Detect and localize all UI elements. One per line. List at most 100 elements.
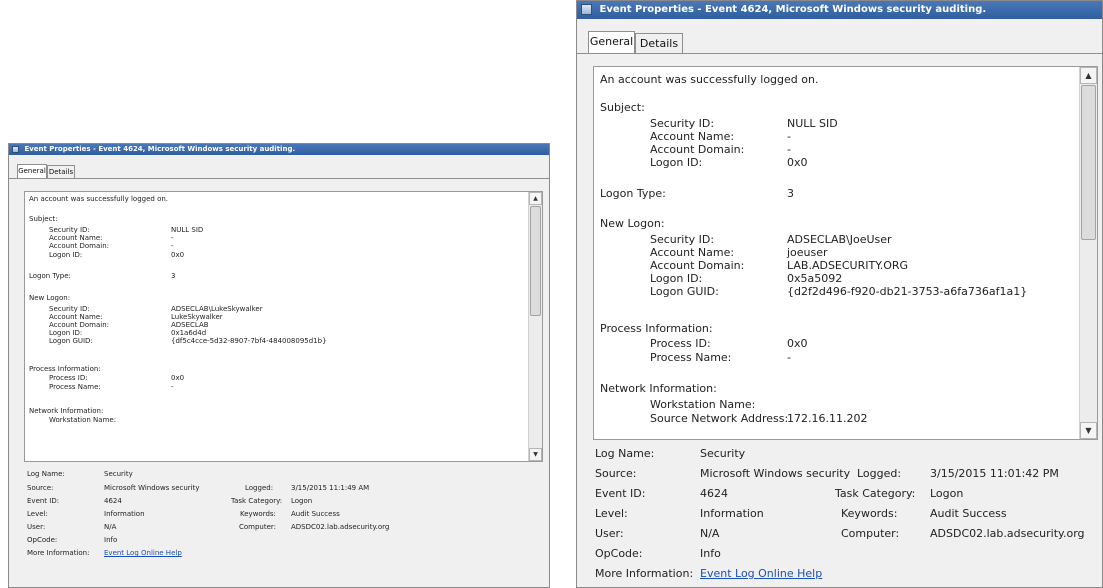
right-tab-divider: [577, 53, 1102, 54]
left-event-id-label: Event ID:: [27, 497, 60, 505]
left-computer-value: ADSDC02.lab.adsecurity.org: [291, 523, 390, 531]
right-subject-label-2: Account Domain:: [650, 143, 745, 156]
left-tab-general[interactable]: General: [17, 164, 47, 178]
right-new-logon-label-3: Logon ID:: [650, 272, 703, 285]
right-event-properties-window: Event Properties - Event 4624, Microsoft…: [576, 0, 1103, 588]
left-source-value: Microsoft Windows security: [104, 484, 200, 492]
left-logon-type-value: 3: [171, 272, 176, 280]
right-tab-strip: General Details: [577, 31, 1102, 53]
left-subject-label-1: Account Name:: [49, 234, 103, 242]
right-logged-value: 3/15/2015 11:01:42 PM: [930, 467, 1059, 480]
left-new-logon-label-0: Security ID:: [49, 305, 90, 313]
right-process-label-0: Process ID:: [650, 337, 711, 350]
left-task-category-label: Task Category:: [231, 497, 283, 505]
left-tab-strip: General Details: [9, 164, 549, 178]
right-tab-details[interactable]: Details: [635, 33, 683, 53]
left-tab-general-label: General: [18, 167, 46, 175]
right-new-logon-value-2: LAB.ADSECURITY.ORG: [787, 259, 909, 272]
right-new-logon-label-0: Security ID:: [650, 233, 715, 246]
right-computer-value: ADSDC02.lab.adsecurity.org: [930, 527, 1085, 540]
right-new-logon-label-2: Account Domain:: [650, 259, 745, 272]
right-description-box[interactable]: An account was successfully logged on. S…: [593, 66, 1098, 440]
left-keywords-label: Keywords:: [240, 510, 276, 518]
left-title-bar: Event Properties - Event 4624, Microsoft…: [9, 144, 549, 155]
right-scroll-thumb[interactable]: [1081, 85, 1096, 240]
left-process-value-0: 0x0: [171, 374, 185, 382]
left-subject-value-3: 0x0: [171, 251, 185, 259]
left-new-logon-header: New Logon:: [29, 294, 71, 302]
left-computer-label: Computer:: [239, 523, 277, 531]
event-window-icon: [12, 145, 19, 153]
right-user-value: N/A: [700, 527, 720, 540]
left-logon-type-label: Logon Type:: [29, 272, 71, 280]
right-new-logon-value-0: ADSECLAB\JoeUser: [787, 233, 892, 246]
right-process-label-1: Process Name:: [650, 351, 732, 364]
right-event-id-value: 4624: [700, 487, 728, 500]
right-keywords-value: Audit Success: [930, 507, 1007, 520]
left-keywords-value: Audit Success: [291, 510, 340, 518]
left-process-label-1: Process Name:: [49, 383, 101, 391]
left-subject-label-2: Account Domain:: [49, 242, 110, 250]
left-new-logon-value-1: LukeSkywalker: [171, 313, 223, 321]
right-log-name-value: Security: [700, 447, 746, 460]
left-subject-value-2: -: [171, 242, 174, 250]
right-level-value: Information: [700, 507, 764, 520]
left-network-label-0: Workstation Name:: [49, 416, 117, 424]
right-event-log-online-help-link[interactable]: Event Log Online Help: [700, 567, 822, 580]
right-log-name-label: Log Name:: [595, 447, 655, 460]
right-logged-label: Logged:: [857, 467, 902, 480]
right-source-label: Source:: [595, 467, 637, 480]
right-new-logon-value-3: 0x5a5092: [787, 272, 843, 285]
right-network-value-1: 172.16.11.202: [787, 412, 868, 425]
right-network-header: Network Information:: [600, 382, 717, 395]
right-new-logon-header: New Logon:: [600, 217, 665, 230]
right-scroll-down-arrow[interactable]: ▼: [1080, 422, 1097, 439]
left-scroll-up-arrow[interactable]: ▲: [529, 192, 542, 205]
right-tab-details-label: Details: [639, 37, 679, 50]
right-level-label: Level:: [595, 507, 628, 520]
left-tab-details-label: Details: [48, 168, 74, 176]
right-logon-type-label: Logon Type:: [600, 187, 666, 200]
left-window-title: Event Properties - Event 4624, Microsoft…: [24, 145, 296, 153]
left-description-box[interactable]: An account was successfully logged on. S…: [24, 191, 543, 462]
left-new-logon-value-4: {df5c4cce-5d32-8907-7bf4-484008095d1b}: [171, 337, 327, 345]
left-scroll-down-arrow[interactable]: ▼: [529, 448, 542, 461]
right-task-category-label: Task Category:: [835, 487, 916, 500]
right-subject-value-0: NULL SID: [787, 117, 838, 130]
right-opcode-value: Info: [700, 547, 721, 560]
left-new-logon-value-2: ADSECLAB: [171, 321, 209, 329]
left-task-category-value: Logon: [291, 497, 313, 505]
left-more-info-label: More Information:: [27, 549, 90, 557]
right-subject-value-1: -: [787, 130, 791, 143]
left-subject-label-3: Logon ID:: [49, 251, 83, 259]
left-desc-intro: An account was successfully logged on.: [29, 195, 169, 203]
left-logged-label: Logged:: [245, 484, 274, 492]
right-new-logon-value-4: {d2f2d496-f920-db21-3753-a6fa736af1a1}: [787, 285, 1028, 298]
left-opcode-value: Info: [104, 536, 118, 544]
left-process-value-1: -: [171, 383, 174, 391]
left-tab-details[interactable]: Details: [47, 165, 75, 178]
left-event-log-online-help-link[interactable]: Event Log Online Help: [104, 549, 182, 557]
right-network-label-0: Workstation Name:: [650, 398, 756, 411]
right-description-scrollbar[interactable]: ▲ ▼: [1079, 67, 1097, 439]
left-event-id-value: 4624: [104, 497, 122, 505]
left-user-label: User:: [27, 523, 46, 531]
right-new-logon-value-1: joeuser: [787, 246, 828, 259]
left-new-logon-label-3: Logon ID:: [49, 329, 83, 337]
left-new-logon-label-4: Logon GUID:: [49, 337, 93, 345]
left-level-label: Level:: [27, 510, 48, 518]
right-more-info-label: More Information:: [595, 567, 694, 580]
left-process-header: Process Information:: [29, 365, 101, 373]
left-description-scrollbar[interactable]: ▲ ▼: [528, 192, 542, 461]
right-process-value-1: -: [787, 351, 791, 364]
event-window-icon: [581, 3, 592, 15]
right-scroll-up-arrow[interactable]: ▲: [1080, 67, 1097, 84]
right-task-category-value: Logon: [930, 487, 964, 500]
left-scroll-thumb[interactable]: [530, 206, 541, 316]
left-opcode-label: OpCode:: [27, 536, 58, 544]
left-logged-value: 3/15/2015 11:1:49 AM: [291, 484, 370, 492]
right-subject-label-0: Security ID:: [650, 117, 715, 130]
right-window-title: Event Properties - Event 4624, Microsoft…: [599, 4, 987, 15]
right-tab-general[interactable]: General: [588, 31, 635, 53]
right-user-label: User:: [595, 527, 624, 540]
